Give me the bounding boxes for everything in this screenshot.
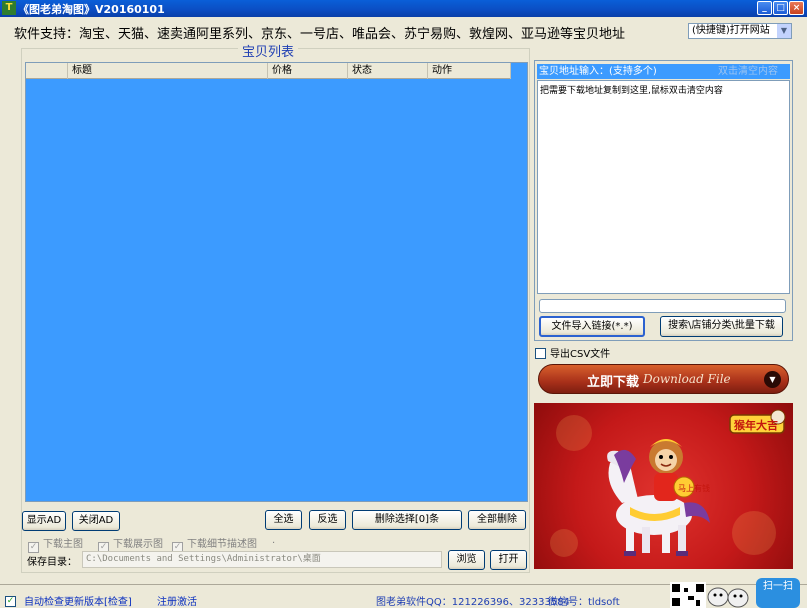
register-activate-link[interactable]: 注册激活 xyxy=(157,593,197,608)
download-main-image-checkbox[interactable]: ✓ 下载主图 xyxy=(28,535,83,553)
mascot-icon xyxy=(707,587,749,608)
item-list-title: 宝贝列表 xyxy=(238,41,299,60)
auto-check-update-link[interactable]: 自动检查更新版本[检查] xyxy=(24,593,132,608)
title-bar: T 《图老弟淘图》V20160101 _ □ × xyxy=(0,0,807,17)
qq-contact-text: 图老弟软件QQ：121226396、32333584 xyxy=(376,597,570,608)
chevron-down-icon[interactable]: ▼ xyxy=(777,24,791,38)
save-directory-field[interactable]: C:\Documents and Settings\Administrator\… xyxy=(82,551,442,568)
clear-hint: 双击清空内容 xyxy=(718,66,778,77)
download-main-image-label: 下载主图 xyxy=(43,539,83,550)
invert-selection-button[interactable]: 反选 xyxy=(309,510,346,530)
wechat-contact-text: 微信号：tldsoft xyxy=(548,597,620,608)
window-title: 《图老弟淘图》V20160101 xyxy=(18,3,165,16)
checkbox-icon xyxy=(535,348,546,359)
list-header: 标题 价格 状态 动作 xyxy=(26,63,511,79)
quick-open-select[interactable]: (快捷键)打开网站 ▼ xyxy=(688,23,792,39)
browse-button[interactable]: 浏览 xyxy=(448,550,485,570)
download-detail-image-label: 下载细节描述图 xyxy=(187,539,257,550)
file-import-button[interactable]: 文件导入链接(*.*) xyxy=(539,316,645,337)
delete-all-button[interactable]: 全部删除 xyxy=(468,510,526,530)
download-button-sublabel: Download File xyxy=(643,372,731,386)
column-status[interactable]: 状态 xyxy=(348,63,428,79)
chevron-down-icon[interactable]: ▼ xyxy=(764,371,781,388)
download-button-label: 立即下载 xyxy=(587,375,640,390)
banner-ad[interactable]: 猴年大吉 马上有钱 xyxy=(534,403,793,569)
close-ad-button[interactable]: 关闭AD xyxy=(72,511,120,531)
checkbox-icon: ✓ xyxy=(5,596,16,607)
save-directory-label: 保存目录： xyxy=(27,557,77,568)
options-dot: . xyxy=(272,535,276,546)
close-button[interactable]: × xyxy=(789,1,804,15)
open-folder-button[interactable]: 打开 xyxy=(490,550,527,570)
column-title[interactable]: 标题 xyxy=(68,63,268,79)
app-icon: T xyxy=(2,1,16,15)
export-csv-checkbox[interactable]: 导出CSV文件 xyxy=(535,345,610,360)
scan-qr-label: 扫一扫 xyxy=(763,581,793,592)
banner-badge-text: 猴年大吉 xyxy=(734,418,778,432)
search-batch-download-button[interactable]: 搜索\店铺分类\批量下载 xyxy=(660,316,783,337)
monkey-horse-illustration: 猴年大吉 马上有钱 xyxy=(550,409,786,557)
export-csv-label: 导出CSV文件 xyxy=(550,349,611,360)
item-list[interactable]: 标题 价格 状态 动作 xyxy=(25,62,528,502)
supported-sites-text: 软件支持：淘宝、天猫、速卖通阿里系列、京东、一号店、唯品会、苏宁易购、敦煌网、亚… xyxy=(14,27,626,42)
checkbox-icon: ✓ xyxy=(28,542,39,553)
auto-check-update-checkbox[interactable]: ✓ xyxy=(5,593,20,607)
column-action[interactable]: 动作 xyxy=(428,63,511,79)
column-price[interactable]: 价格 xyxy=(268,63,348,79)
url-input-title: 宝贝地址输入：(支持多个) 双击清空内容 xyxy=(537,64,790,79)
download-button[interactable]: 立即下载 Download File ▼ xyxy=(538,364,789,394)
banner-scroll-text: 马上有钱 xyxy=(678,483,710,493)
delete-selected-button[interactable]: 删除选择[0]条 xyxy=(352,510,462,530)
quick-open-value: (快捷键)打开网站 xyxy=(692,25,770,36)
url-textarea[interactable]: 把需要下载地址复制到这里,鼠标双击清空内容 xyxy=(537,80,790,294)
qr-code-icon xyxy=(670,582,706,608)
url-input-title-text: 宝贝地址输入：(支持多个) xyxy=(539,66,657,77)
select-all-button[interactable]: 全选 xyxy=(265,510,302,530)
show-ad-button[interactable]: 显示AD xyxy=(22,511,66,531)
progress-bar xyxy=(539,299,786,313)
download-display-image-label: 下载展示图 xyxy=(113,539,163,550)
column-check[interactable] xyxy=(26,63,68,79)
maximize-button[interactable]: □ xyxy=(773,1,788,15)
scan-qr-button[interactable]: 扫一扫 xyxy=(756,578,800,608)
minimize-button[interactable]: _ xyxy=(757,1,772,15)
